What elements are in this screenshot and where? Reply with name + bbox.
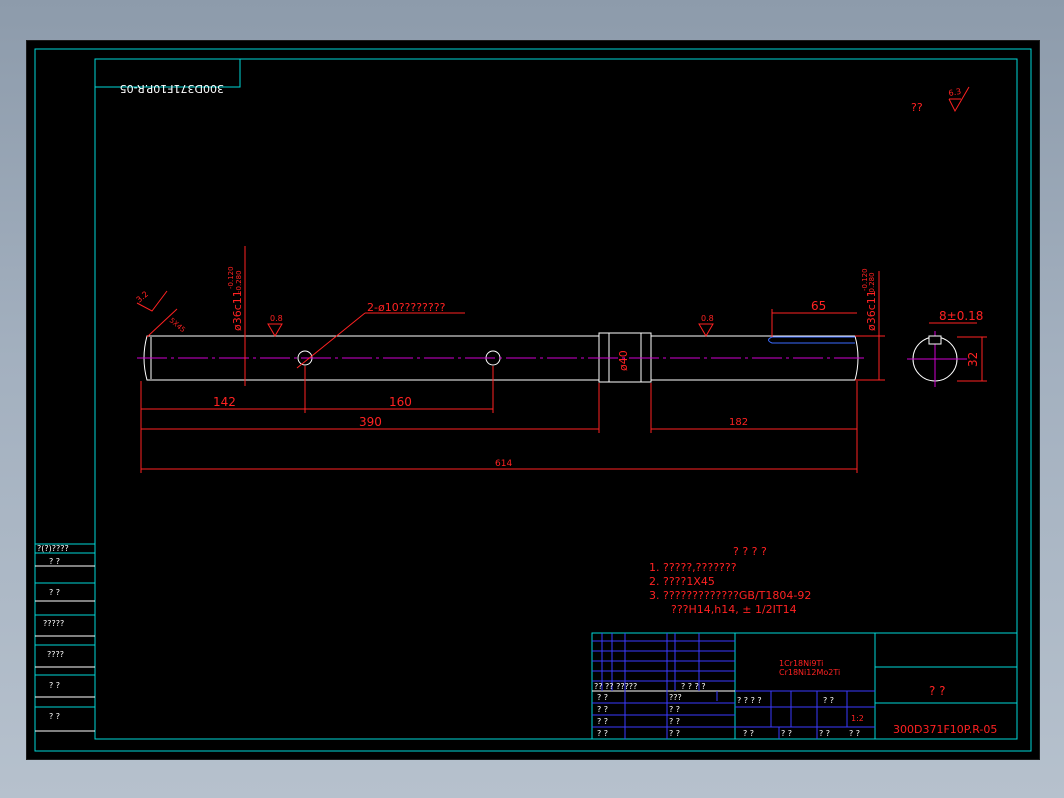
dim-390: 390 [359, 415, 382, 429]
left-column-row-5: ? ? [49, 681, 60, 690]
dim-142: 142 [213, 395, 236, 409]
roughness-symbol-mid-2 [698, 323, 714, 337]
key-width-label: 8±0.18 [939, 309, 983, 323]
scale-value: 1:2 [851, 714, 864, 723]
keyway-length-label: 65 [811, 299, 826, 313]
left-column-row-6: ? ? [49, 712, 60, 721]
hole-note: 2-ø10???????? [367, 301, 446, 314]
keyway [768, 336, 855, 344]
notes-line-3: 3. ?????????????GB/T1804-92 [649, 589, 811, 602]
title-row-a: ?? ?? ????? [594, 682, 637, 691]
sig-col-right-2: ? ? [669, 705, 680, 714]
left-column-row-2: ? ? [49, 588, 60, 597]
notes-heading: ? ? ? ? [733, 545, 767, 558]
left-column-row-3: ????? [43, 619, 64, 628]
bottom-cell-2: ? ? [781, 729, 792, 738]
notes-line-4: ???H14,h14, ± 1/2IT14 [671, 603, 797, 616]
roughness-label-top: ?? [911, 101, 923, 114]
sig-row-1: ? ? [597, 693, 608, 702]
notes-line-1: 1. ?????,??????? [649, 561, 737, 574]
part-name: ? ? [929, 684, 946, 698]
left-column-table [35, 543, 95, 732]
drawing-number: 300D371F10P.R-05 [893, 723, 997, 736]
sig-row-3: ? ? [597, 717, 608, 726]
sig-col-right-3: ? ? [669, 717, 680, 726]
stage-header: ? ? ? ? [737, 696, 762, 705]
left-diameter-label: ø36c11 [231, 290, 244, 331]
right-diameter-tol-2: -0.280 [868, 272, 876, 295]
collar-diameter-label: ø40 [617, 350, 630, 371]
chamfer-note: 5X45 [168, 316, 187, 334]
cad-drawing-viewport[interactable]: 300D371F10P.R-05 ?? 6.3 ø40 ø36c11 -0.12… [26, 40, 1040, 760]
dim-182: 182 [729, 417, 748, 428]
left-column-row-4: ???? [47, 650, 64, 659]
roughness-value-left: 3.2 [135, 289, 151, 304]
outer-frame [34, 48, 1032, 752]
left-column-row-1: ? ? [49, 557, 60, 566]
dimension-extensions [140, 366, 858, 473]
title-row-b: ? ? ? ? [681, 682, 706, 691]
sig-col-right-4: ? ? [669, 729, 680, 738]
left-diameter-tol: -0.120 [227, 266, 235, 289]
sig-row-4: ? ? [597, 729, 608, 738]
right-diameter-label: ø36c11 [865, 290, 878, 331]
left-column-header: ?(?)???? [37, 544, 69, 553]
notes-line-2: 2. ????1X45 [649, 575, 715, 588]
roughness-value-mid-1: 0.8 [270, 314, 283, 323]
dim-160: 160 [389, 395, 412, 409]
left-diameter-tol-2: -0.280 [235, 270, 243, 293]
roughness-value-mid-2: 0.8 [701, 314, 714, 323]
mirrored-code-text: 300D371F10P.R-05 [120, 82, 224, 95]
bottom-cell-3: ? ? [819, 729, 830, 738]
hole-note-leader [296, 312, 366, 369]
roughness-value-top: 6.3 [948, 87, 962, 98]
bottom-cell-1: ? ? [743, 729, 754, 738]
material-line-1: 1Cr18Ni9Ti [779, 659, 823, 668]
material-line-2: Cr18Ni12Mo2Ti [779, 668, 840, 677]
sig-col-right-1: ??? [669, 693, 682, 702]
section-keyslot [928, 335, 942, 345]
roughness-symbol-mid-1 [267, 323, 283, 337]
dim-614: 614 [495, 459, 512, 469]
bottom-cell-4: ? ? [849, 729, 860, 738]
weight-header: ? ? [823, 696, 834, 705]
sig-row-2: ? ? [597, 705, 608, 714]
section-diameter-label: 32 [966, 352, 980, 367]
drawing-svg: 300D371F10P.R-05 ?? 6.3 ø40 ø36c11 -0.12… [34, 48, 1032, 752]
